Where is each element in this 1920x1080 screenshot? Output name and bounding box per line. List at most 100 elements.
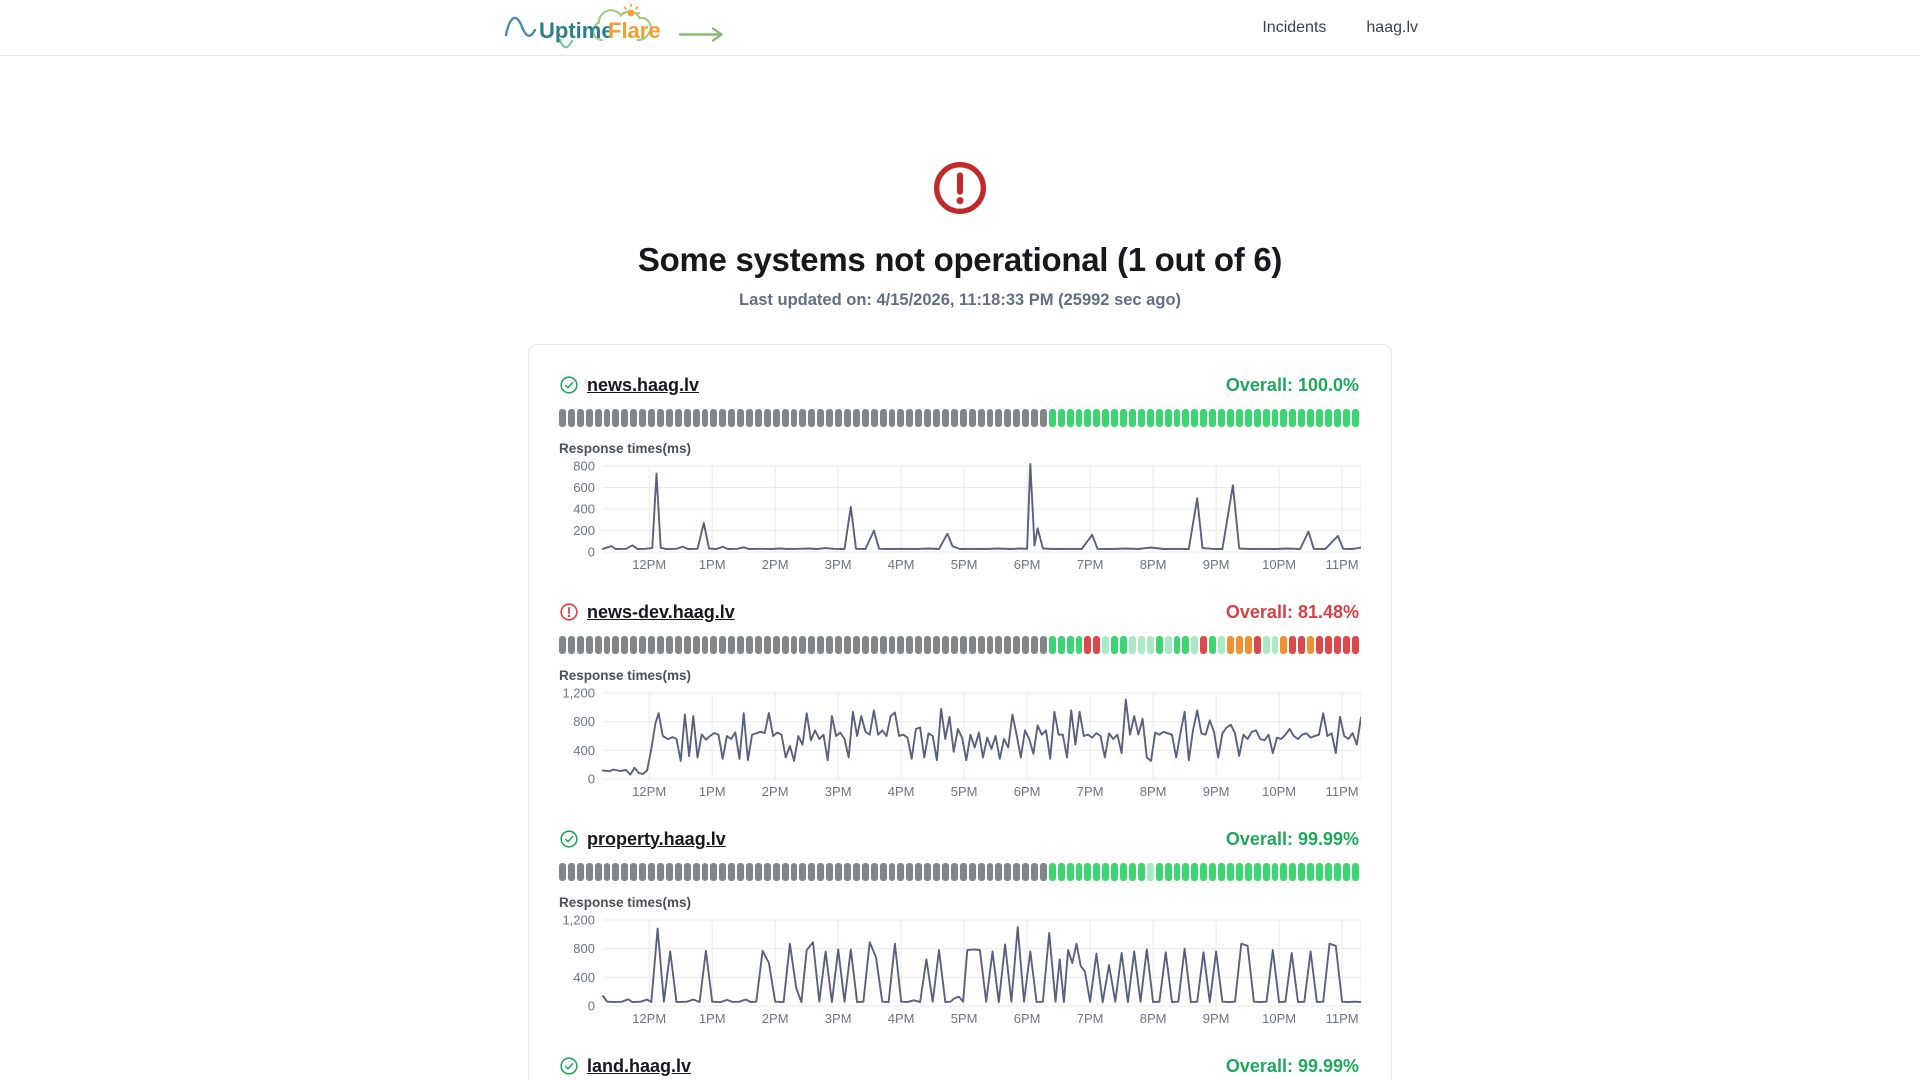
uptime-segment xyxy=(594,863,602,881)
uptime-segment xyxy=(1013,863,1021,881)
uptime-segment xyxy=(986,409,994,427)
uptime-segment xyxy=(1244,409,1252,427)
uptime-segment xyxy=(1235,636,1243,654)
uptime-segment xyxy=(790,409,798,427)
uptime-segment xyxy=(879,636,887,654)
uptime-segment xyxy=(1191,409,1199,427)
uptime-segment xyxy=(1022,636,1030,654)
uptime-segment xyxy=(1235,863,1243,881)
uptime-segment xyxy=(1013,636,1021,654)
uptime-segment xyxy=(719,409,727,427)
uptime-segment xyxy=(1084,863,1092,881)
uptime-segment xyxy=(977,636,985,654)
uptime-segment xyxy=(1191,863,1199,881)
monitor-list: news.haag.lv Overall: 100.0% Response time… xyxy=(559,373,1361,1080)
uptime-segment xyxy=(763,636,771,654)
uptime-segment xyxy=(1253,636,1261,654)
x-axis-tick: 11PM xyxy=(1326,1011,1359,1026)
uptime-segment xyxy=(612,636,620,654)
uptime-segment xyxy=(1226,409,1234,427)
uptime-segment xyxy=(1209,863,1217,881)
chart-label: Response times(ms) xyxy=(559,441,692,456)
uptime-segment xyxy=(639,636,647,654)
uptime-segment xyxy=(1066,636,1074,654)
uptime-segment xyxy=(683,409,691,427)
uptime-segment xyxy=(808,636,816,654)
uptime-segment xyxy=(754,636,762,654)
uptime-segment xyxy=(621,409,629,427)
uptime-segment xyxy=(1004,636,1012,654)
x-axis-tick: 8PM xyxy=(1140,557,1167,572)
uptime-history-bar[interactable] xyxy=(559,409,1359,427)
uptime-segment xyxy=(710,636,718,654)
monitor-header: property.haag.lv Overall: 99.99% xyxy=(559,827,1359,851)
uptime-segment xyxy=(754,409,762,427)
uptime-segment xyxy=(621,863,629,881)
uptime-segment xyxy=(1235,409,1243,427)
uptime-history-bar[interactable] xyxy=(559,863,1359,881)
uptime-segment xyxy=(1039,409,1047,427)
nav-incidents-link[interactable]: Incidents xyxy=(1262,19,1326,37)
monitor-title-group: news-dev.haag.lv xyxy=(559,602,735,623)
uptime-segment xyxy=(1048,636,1056,654)
uptime-segment xyxy=(567,863,575,881)
uptime-segment xyxy=(683,863,691,881)
monitor-link[interactable]: land.haag.lv xyxy=(587,1056,691,1077)
uptimeflare-logo[interactable]: Uptime Flare xyxy=(502,3,730,52)
uptime-segment xyxy=(1316,409,1323,427)
uptime-segment xyxy=(924,863,932,881)
uptime-segment xyxy=(737,863,745,881)
uptime-segment xyxy=(559,863,566,881)
uptime-segment xyxy=(1146,863,1154,881)
x-axis-tick: 12PM xyxy=(632,784,666,799)
uptime-segment xyxy=(906,636,914,654)
uptime-segment xyxy=(585,409,593,427)
uptime-segment xyxy=(692,636,700,654)
uptime-segment xyxy=(594,636,602,654)
uptime-segment xyxy=(576,863,584,881)
uptime-segment xyxy=(941,409,949,427)
uptime-segment xyxy=(683,636,691,654)
monitor-row: news-dev.haag.lv Overall: 81.48% Response … xyxy=(559,600,1361,803)
uptime-segment xyxy=(941,636,949,654)
monitor-link[interactable]: property.haag.lv xyxy=(587,829,726,850)
uptime-segment xyxy=(576,636,584,654)
check-circle-icon xyxy=(560,830,578,848)
uptime-segment xyxy=(817,863,825,881)
uptime-segment xyxy=(1342,863,1350,881)
uptime-segment xyxy=(639,409,647,427)
monitor-title-group: news.haag.lv xyxy=(559,375,699,396)
nav-haag-link[interactable]: haag.lv xyxy=(1366,19,1418,37)
uptime-segment xyxy=(701,863,709,881)
x-axis-tick: 1PM xyxy=(699,1011,726,1026)
uptime-segment xyxy=(826,636,834,654)
x-axis-tick: 11PM xyxy=(1326,784,1359,799)
uptime-segment xyxy=(1280,636,1288,654)
uptime-segment xyxy=(701,636,709,654)
uptime-segment xyxy=(1262,409,1270,427)
x-axis-tick: 2PM xyxy=(762,1011,789,1026)
uptime-segment xyxy=(995,409,1003,427)
uptime-segment xyxy=(567,636,575,654)
uptime-segment xyxy=(656,636,664,654)
uptime-segment xyxy=(790,636,798,654)
uptime-segment xyxy=(719,636,727,654)
uptime-segment xyxy=(1253,409,1261,427)
uptime-segment xyxy=(603,636,611,654)
monitor-link[interactable]: news-dev.haag.lv xyxy=(587,602,735,623)
uptime-segment xyxy=(1111,636,1119,654)
uptime-segment xyxy=(968,863,976,881)
check-circle-icon xyxy=(560,1057,578,1075)
monitor-link[interactable]: news.haag.lv xyxy=(587,375,699,396)
uptime-segment xyxy=(1307,863,1315,881)
uptime-segment xyxy=(1013,409,1021,427)
uptime-segment xyxy=(1280,863,1288,881)
uptime-segment xyxy=(728,863,736,881)
uptime-segment xyxy=(567,409,575,427)
svg-text:Flare: Flare xyxy=(608,18,661,43)
x-axis-tick: 4PM xyxy=(888,784,915,799)
x-axis-tick: 9PM xyxy=(1203,784,1230,799)
x-axis-tick: 10PM xyxy=(1262,1011,1296,1026)
uptime-history-bar[interactable] xyxy=(559,636,1359,654)
monitor-row: land.haag.lv Overall: 99.99% xyxy=(559,1054,1359,1080)
